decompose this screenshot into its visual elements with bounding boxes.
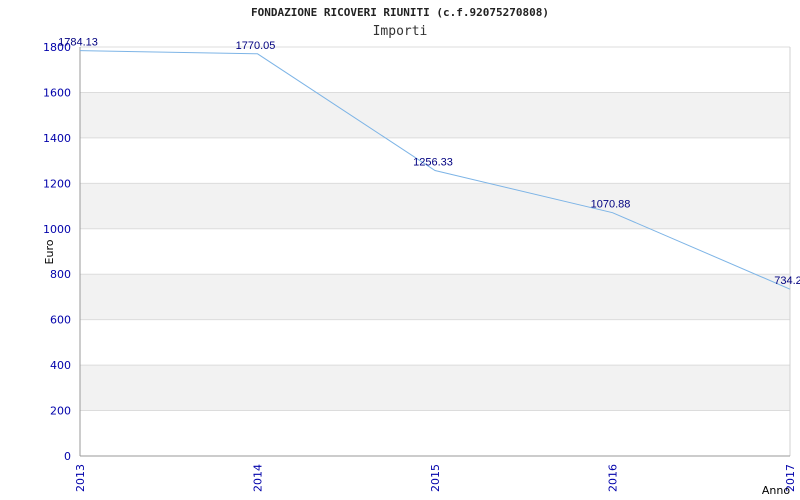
y-tick-label: 1400 [43,132,71,145]
x-tick-label: 2014 [252,464,265,492]
data-labels: 1784.13 1770.05 1256.33 1070.88 734.2 [58,37,800,288]
y-tick-label: 0 [64,450,71,463]
y-tick-label: 1600 [43,86,71,99]
x-tick-labels: 2013 2014 2015 2016 2017 [74,464,797,492]
y-tick-label: 1000 [43,223,71,236]
data-label: 1784.13 [58,37,98,49]
data-label: 1770.05 [236,40,276,52]
x-tick-label: 2013 [74,464,87,492]
y-tick-label: 1200 [43,177,71,190]
data-label: 1256.33 [413,157,453,169]
series-group [79,50,791,290]
data-label: 734.2 [774,275,800,287]
data-label: 1070.88 [591,199,631,211]
plot-bands [80,92,790,411]
plot-band [80,92,790,138]
y-tick-label: 200 [50,405,71,418]
x-tick-label: 2015 [429,464,442,492]
y-tick-label: 400 [50,359,71,372]
x-tick-label: 2016 [607,464,620,492]
plot-band [80,365,790,411]
line-chart: 020040060080010001200140016001800 2013 20… [43,37,800,497]
x-axis-title: Anno [762,484,790,497]
series-line [79,50,791,290]
plot-band [80,183,790,229]
y-tick-label: 800 [50,268,71,281]
plot-band [80,274,790,320]
y-tick-label: 600 [50,314,71,327]
y-axis-title: Euro [43,239,56,264]
